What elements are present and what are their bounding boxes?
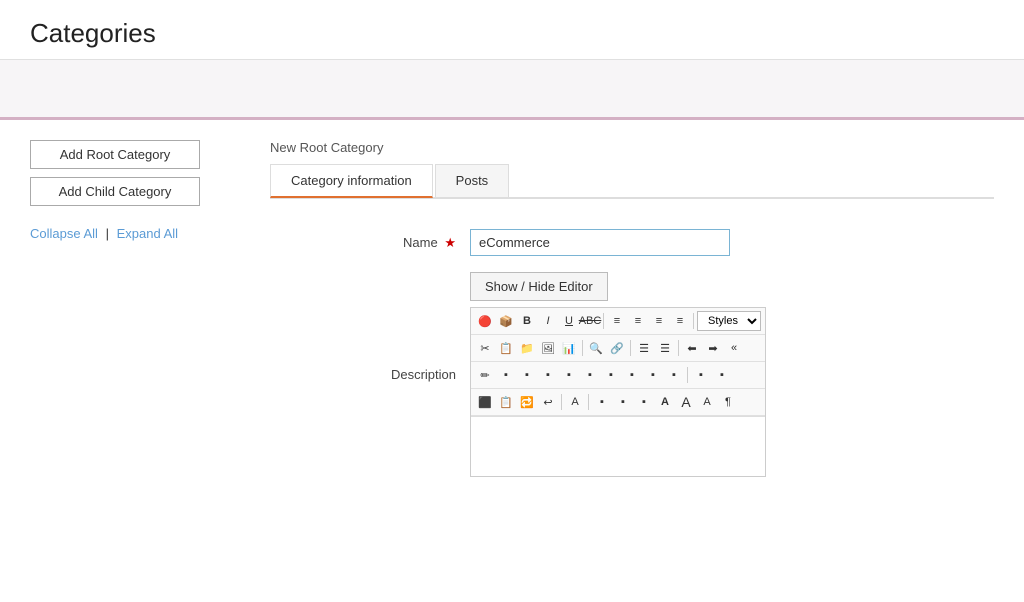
link-separator: | [106, 226, 109, 241]
tb-font-a[interactable]: A [565, 392, 585, 412]
tb-block4[interactable]: ▪ [559, 365, 579, 385]
tb-align-right[interactable]: ≡ [649, 311, 669, 331]
name-label: Name ★ [270, 235, 470, 251]
tb-list-ul[interactable]: ☰ [634, 338, 654, 358]
tb-pencil[interactable]: ✏ [475, 365, 495, 385]
collapse-expand-links: Collapse All | Expand All [30, 226, 250, 241]
tb-sep-7 [561, 394, 562, 410]
tb-block13[interactable]: ▪ [613, 392, 633, 412]
tb-bold-button[interactable]: B [517, 311, 537, 331]
page-header: Categories [0, 0, 1024, 60]
main-content: Add Root Category Add Child Category Col… [0, 120, 1024, 602]
tb-search[interactable]: 🔍 [586, 338, 606, 358]
tb-block9[interactable]: ▪ [664, 365, 684, 385]
tb-sep-3 [582, 340, 583, 356]
tab-category-information[interactable]: Category information [270, 164, 433, 198]
tb-underline-button[interactable]: U [559, 311, 579, 331]
top-bar [0, 60, 1024, 120]
collapse-all-link[interactable]: Collapse All [30, 226, 98, 241]
add-child-category-button[interactable]: Add Child Category [30, 177, 200, 206]
tb-list-ol[interactable]: ☰ [655, 338, 675, 358]
name-row: Name ★ [270, 229, 994, 256]
tb-block2[interactable]: ▪ [517, 365, 537, 385]
editor-body[interactable] [471, 416, 765, 476]
tb-block8[interactable]: ▪ [643, 365, 663, 385]
tb-link[interactable]: 🔗 [607, 338, 627, 358]
tb-align-left[interactable]: ≡ [607, 311, 627, 331]
tb-block10[interactable]: ▪ [691, 365, 711, 385]
tb-square[interactable]: ⬛ [475, 392, 495, 412]
tb-blockquote[interactable]: « [724, 338, 744, 358]
tab-posts[interactable]: Posts [435, 164, 510, 198]
description-controls: Show / Hide Editor 🔴 📦 B I U ABC ≡ [470, 272, 766, 477]
new-root-label: New Root Category [270, 140, 994, 155]
add-root-category-button[interactable]: Add Root Category [30, 140, 200, 169]
tb-block3[interactable]: ▪ [538, 365, 558, 385]
tabs-container: Category information Posts [270, 163, 994, 199]
tb-undo[interactable]: ↩ [538, 392, 558, 412]
tb-sep-8 [588, 394, 589, 410]
toolbar-row-3: ✏ ▪ ▪ ▪ ▪ ▪ ▪ ▪ ▪ ▪ ▪ [471, 362, 765, 389]
right-panel: New Root Category Category information P… [270, 140, 994, 582]
tb-sep-2 [693, 313, 694, 329]
tb-font-a4[interactable]: A [697, 392, 717, 412]
tb-outdent[interactable]: ⬅ [682, 338, 702, 358]
description-label: Description [270, 367, 470, 382]
tb-font-a3[interactable]: A [676, 392, 696, 412]
tb-sep-1 [603, 313, 604, 329]
page-wrapper: Categories Add Root Category Add Child C… [0, 0, 1024, 602]
tb-block12[interactable]: ▪ [592, 392, 612, 412]
tb-icon-pkg[interactable]: 📦 [496, 311, 516, 331]
description-row: Description Show / Hide Editor 🔴 📦 B I U… [270, 272, 994, 477]
toolbar-row-4: ⬛ 📋 🔁 ↩ A ▪ ▪ ▪ A A [471, 389, 765, 416]
editor-toolbar: 🔴 📦 B I U ABC ≡ ≡ ≡ ≡ [470, 307, 766, 477]
tb-strikethrough-button[interactable]: ABC [580, 311, 600, 331]
tb-block11[interactable]: ▪ [712, 365, 732, 385]
tb-refresh[interactable]: 🔁 [517, 392, 537, 412]
toolbar-row-2: ✂ 📋 📁 🖼 📊 🔍 🔗 ☰ ☰ [471, 335, 765, 362]
tb-block5[interactable]: ▪ [580, 365, 600, 385]
tb-cut[interactable]: ✂ [475, 338, 495, 358]
tb-block7[interactable]: ▪ [622, 365, 642, 385]
required-star: ★ [444, 235, 456, 250]
tb-italic-button[interactable]: I [538, 311, 558, 331]
expand-all-link[interactable]: Expand All [117, 226, 178, 241]
tb-copy[interactable]: 📋 [496, 338, 516, 358]
tb-font-a2[interactable]: A [655, 392, 675, 412]
tb-paste[interactable]: 📁 [517, 338, 537, 358]
toolbar-row-1: 🔴 📦 B I U ABC ≡ ≡ ≡ ≡ [471, 308, 765, 335]
tb-styles-select[interactable]: Styles [697, 311, 761, 331]
tb-icon-red[interactable]: 🔴 [475, 311, 495, 331]
tb-sep-5 [678, 340, 679, 356]
tb-sep-6 [687, 367, 688, 383]
tb-copy2[interactable]: 📋 [496, 392, 516, 412]
form-section: Name ★ Description Show / Hide Editor 🔴 … [270, 219, 994, 503]
tb-table[interactable]: 📊 [559, 338, 579, 358]
left-panel: Add Root Category Add Child Category Col… [30, 140, 270, 582]
tb-block6[interactable]: ▪ [601, 365, 621, 385]
page-title: Categories [30, 18, 994, 49]
tb-pilcrow[interactable]: ¶ [718, 392, 738, 412]
tb-block14[interactable]: ▪ [634, 392, 654, 412]
name-input[interactable] [470, 229, 730, 256]
tb-sep-4 [630, 340, 631, 356]
tb-align-justify[interactable]: ≡ [670, 311, 690, 331]
tb-block1[interactable]: ▪ [496, 365, 516, 385]
tb-image[interactable]: 🖼 [538, 338, 558, 358]
tb-align-center[interactable]: ≡ [628, 311, 648, 331]
show-hide-editor-button[interactable]: Show / Hide Editor [470, 272, 608, 301]
tb-indent[interactable]: ➡ [703, 338, 723, 358]
